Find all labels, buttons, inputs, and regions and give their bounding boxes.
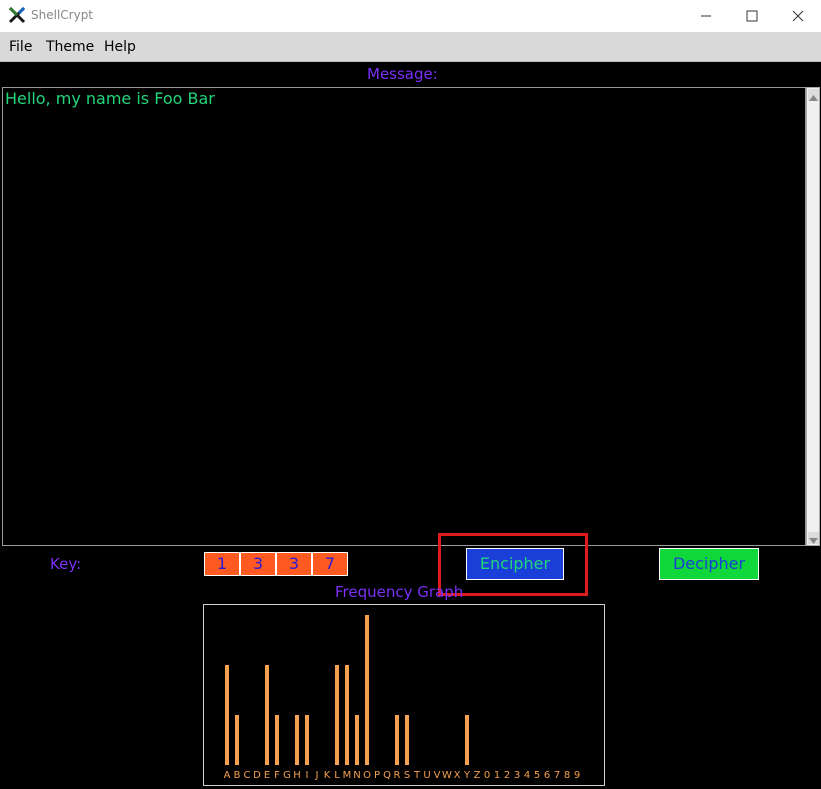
frequency-graph: ABCDEFGHIJKLMNOPQRSTUVWXYZ0123456789 bbox=[203, 604, 605, 786]
freq-bar-a bbox=[225, 665, 229, 765]
maximize-icon bbox=[746, 10, 758, 22]
freq-label-t: T bbox=[413, 770, 421, 781]
minimize-button[interactable] bbox=[683, 0, 729, 32]
key-digit-3[interactable]: 3 bbox=[276, 552, 312, 576]
close-button[interactable] bbox=[775, 0, 821, 32]
menu-bar: File Theme Help bbox=[0, 32, 821, 62]
freq-label-n: N bbox=[353, 770, 360, 781]
graph-title: Frequency Graph bbox=[335, 583, 464, 601]
freq-label-f: F bbox=[274, 770, 280, 781]
close-icon bbox=[792, 10, 804, 22]
key-digit-4[interactable]: 7 bbox=[312, 552, 348, 576]
freq-label-i: I bbox=[306, 770, 309, 781]
triangle-down-icon bbox=[809, 538, 818, 544]
freq-label-2: 2 bbox=[504, 770, 510, 781]
freq-label-z: Z bbox=[474, 770, 481, 781]
freq-bar-e bbox=[265, 665, 269, 765]
freq-label-y: Y bbox=[463, 770, 471, 781]
maximize-button[interactable] bbox=[729, 0, 775, 32]
freq-label-5: 5 bbox=[534, 770, 540, 781]
message-label: Message: bbox=[367, 65, 438, 83]
menu-file[interactable]: File bbox=[9, 39, 32, 55]
freq-bar-i bbox=[305, 715, 309, 765]
freq-label-r: R bbox=[394, 770, 401, 781]
freq-label-o: O bbox=[363, 770, 371, 781]
message-scrollbar[interactable] bbox=[806, 87, 820, 546]
decipher-button[interactable]: Decipher bbox=[659, 548, 759, 580]
freq-bar-m bbox=[345, 665, 349, 765]
minimize-icon bbox=[701, 15, 711, 17]
freq-label-j: J bbox=[315, 770, 319, 781]
freq-bar-h bbox=[295, 715, 299, 765]
menu-theme[interactable]: Theme bbox=[46, 39, 94, 55]
triangle-up-icon bbox=[809, 95, 818, 101]
frequency-chart: ABCDEFGHIJKLMNOPQRSTUVWXYZ0123456789 bbox=[224, 615, 580, 781]
message-text: Hello, my name is Foo Bar bbox=[5, 89, 215, 108]
freq-label-e: E bbox=[264, 770, 270, 781]
freq-bar-r bbox=[395, 715, 399, 765]
freq-label-p: P bbox=[374, 770, 380, 781]
freq-bar-b bbox=[235, 715, 239, 765]
freq-bar-l bbox=[335, 665, 339, 765]
freq-label-l: L bbox=[334, 770, 340, 781]
freq-label-g: G bbox=[283, 770, 291, 781]
scroll-down-arrow[interactable] bbox=[808, 532, 819, 544]
freq-label-c: C bbox=[244, 770, 251, 781]
freq-label-u: U bbox=[423, 770, 430, 781]
freq-label-4: 4 bbox=[524, 770, 530, 781]
window-title: ShellCrypt bbox=[31, 8, 94, 22]
scroll-up-arrow[interactable] bbox=[808, 89, 819, 101]
freq-label-1: 1 bbox=[494, 770, 500, 781]
freq-bar-f bbox=[275, 715, 279, 765]
freq-label-9: 9 bbox=[574, 770, 580, 781]
freq-bar-s bbox=[405, 715, 409, 765]
freq-label-k: K bbox=[324, 770, 331, 781]
message-textarea[interactable]: Hello, my name is Foo Bar bbox=[2, 87, 806, 546]
freq-label-v: V bbox=[434, 770, 441, 781]
key-digit-2[interactable]: 3 bbox=[240, 552, 276, 576]
freq-label-6: 6 bbox=[544, 770, 550, 781]
freq-label-a: A bbox=[224, 770, 231, 781]
key-label: Key: bbox=[50, 555, 82, 573]
title-bar: ShellCrypt bbox=[0, 0, 821, 32]
freq-bar-o bbox=[365, 615, 369, 765]
freq-bar-y bbox=[465, 715, 469, 765]
menu-help[interactable]: Help bbox=[104, 39, 136, 55]
key-digit-1[interactable]: 1 bbox=[204, 552, 240, 576]
freq-label-0: 0 bbox=[484, 770, 490, 781]
freq-label-x: X bbox=[454, 770, 461, 781]
freq-label-h: H bbox=[293, 770, 301, 781]
freq-label-m: M bbox=[343, 770, 352, 781]
freq-label-s: S bbox=[404, 770, 410, 781]
freq-label-7: 7 bbox=[554, 770, 560, 781]
app-x-icon bbox=[8, 6, 26, 24]
freq-label-d: D bbox=[253, 770, 261, 781]
freq-label-8: 8 bbox=[564, 770, 570, 781]
freq-label-3: 3 bbox=[514, 770, 520, 781]
freq-label-w: W bbox=[442, 770, 452, 781]
freq-bar-n bbox=[355, 715, 359, 765]
freq-label-q: Q bbox=[383, 770, 391, 781]
freq-label-b: B bbox=[234, 770, 241, 781]
